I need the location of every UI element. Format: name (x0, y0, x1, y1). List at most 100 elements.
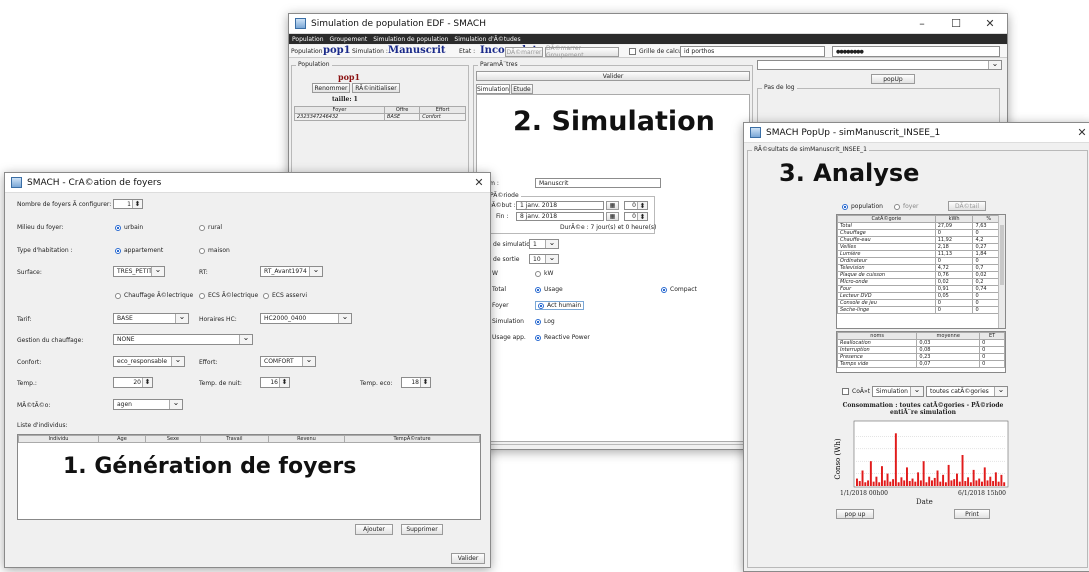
detail-button[interactable]: DÃ©tail (948, 201, 986, 211)
log-select[interactable] (757, 60, 1002, 70)
close-button[interactable]: ✕ (1072, 126, 1089, 139)
menu-simulation-etudes[interactable]: Simulation d'Ã©tudes (454, 36, 520, 43)
popup-button[interactable]: popUp (871, 74, 915, 84)
checkbox-icon (115, 292, 121, 299)
chart-bar (858, 481, 861, 486)
rt-select[interactable]: RT_Avant1974 (260, 266, 323, 277)
print-button[interactable]: Print (954, 509, 990, 519)
temp-nuit-spinner[interactable]: 16 (260, 377, 290, 388)
minimize-button[interactable]: – (905, 17, 939, 30)
check-chauffage-electrique[interactable]: Chauffage Ã©lectrique (115, 292, 193, 299)
table-row[interactable]: Interruption 0,08 0 (837, 346, 1005, 354)
chart-bar (989, 476, 992, 486)
tarif-select[interactable]: BASE (113, 313, 189, 324)
debut-label: DÃ©but : (487, 202, 516, 209)
debut-date-input[interactable]: 1 janv. 2018 (516, 201, 604, 210)
checkbox-icon (842, 388, 849, 395)
reinitialiser-button[interactable]: RÃ©initialiser (352, 83, 400, 93)
table-row[interactable]: Four 0,91 0,74 (837, 285, 1005, 293)
surface-select[interactable]: TRES_PETIT (113, 266, 165, 277)
temp-spinner[interactable]: 20 (113, 377, 153, 388)
demarrer-button[interactable]: DÃ©marrer (505, 47, 543, 57)
table-row[interactable]: Veilles 2,18 0,27 (837, 243, 1005, 251)
table-row[interactable]: Presence 0,23 0 (837, 353, 1005, 361)
calendar-icon[interactable]: ▦ (606, 212, 619, 221)
tab-simulation[interactable]: Simulation (476, 84, 510, 94)
close-button[interactable]: ✕ (468, 176, 490, 189)
menu-population[interactable]: Population (292, 36, 324, 43)
fin-date-input[interactable]: 8 janv. 2018 (516, 212, 604, 221)
radio-urbain[interactable]: urbain (115, 224, 143, 231)
table-row[interactable]: Console de jeu 0 0 (837, 299, 1005, 307)
table-row[interactable]: Lumière 11,13 1,84 (837, 250, 1005, 258)
confort-select[interactable]: eco_responsable (113, 356, 185, 367)
table-cell: Chauffage (837, 229, 936, 237)
table-row[interactable]: 2323347246432 BASE Confort (294, 113, 466, 121)
radio-population[interactable]: population (842, 203, 883, 210)
valider-button[interactable]: Valider (476, 71, 750, 81)
chart-ylabel: Conso (Wh) (834, 438, 842, 480)
menu-groupement[interactable]: Groupement (330, 36, 368, 43)
temp-eco-spinner[interactable]: 18 (401, 377, 431, 388)
app-icon (11, 177, 22, 188)
supprimer-button[interactable]: Supprimer (401, 524, 443, 535)
check-reactive-power[interactable]: Reactive Power (535, 334, 590, 341)
debut-hour-spinner[interactable]: 0 (624, 201, 648, 210)
check-log[interactable]: Log (535, 318, 555, 325)
table-row[interactable]: Seche-linge 0 0 (837, 306, 1005, 314)
radio-foyer[interactable]: foyer (894, 203, 919, 210)
radio-kw[interactable]: kW (535, 270, 553, 277)
table-cell: Temps vide (837, 360, 918, 368)
meteo-select[interactable]: agen (113, 399, 183, 410)
check-ecs-asservi[interactable]: ECS asservi (263, 292, 307, 299)
population-name: pop1 (338, 72, 361, 82)
pop-up-button[interactable]: pop up (836, 509, 874, 519)
table-row[interactable]: Reallocation 0,03 0 (837, 339, 1005, 347)
valider-foyers-button[interactable]: Valider (451, 553, 485, 564)
table-row[interactable]: Lecteur DVD 0,05 0 (837, 292, 1005, 300)
pas-sortie-select[interactable]: 10 (529, 254, 559, 264)
table-row[interactable]: Total 27,09 7,63 (837, 222, 1005, 230)
check-usage[interactable]: Usage (535, 286, 563, 293)
radio-dot-icon (894, 203, 900, 210)
simulation-select[interactable]: Simulation (872, 386, 924, 397)
table-row[interactable]: Micro-onde 0,02 0,2 (837, 278, 1005, 286)
check-ecs-electrique[interactable]: ECS Ã©lectrique (199, 292, 258, 299)
scrollbar-thumb[interactable] (1000, 225, 1004, 285)
nom-input[interactable]: Manuscrit (535, 178, 661, 188)
check-compact[interactable]: Compact (661, 286, 697, 293)
table-row[interactable]: Television 4,72 0,7 (837, 264, 1005, 272)
horaires-select[interactable]: HC2000_0400 (260, 313, 352, 324)
table-row[interactable]: Temps vide 0,07 0 (837, 360, 1005, 368)
gestion-chauffage-select[interactable]: NONE (113, 334, 253, 345)
table-row[interactable]: Ordinateur 0 0 (837, 257, 1005, 265)
cout-checkbox[interactable]: CoÃ»t (842, 388, 870, 395)
maximize-button[interactable]: ☐ (939, 17, 973, 30)
grille-input[interactable]: id porthos (680, 46, 825, 57)
close-button[interactable]: ✕ (973, 17, 1007, 30)
chart-xlabel: Date (916, 498, 933, 506)
password-input[interactable]: ●●●●●●●● (832, 46, 1000, 57)
table-row[interactable]: Chauffage 0 0 (837, 229, 1005, 237)
table-cell: 0,05 (934, 292, 974, 300)
check-act-humain[interactable]: Act humain (535, 301, 585, 310)
fin-hour-spinner[interactable]: 0 (624, 212, 648, 221)
category-select[interactable]: toutes catÃ©gories (926, 386, 1008, 397)
nb-foyers-spinner[interactable]: 1 (113, 199, 143, 209)
table-row[interactable]: Plaque de cuisson 0,76 0,02 (837, 271, 1005, 279)
renommer-button[interactable]: Renommer (312, 83, 350, 93)
temp-eco-label: Temp. eco: (360, 380, 393, 387)
radio-appartement[interactable]: appartement (115, 247, 163, 254)
table-row[interactable]: Chauffe-eau 11,92 4,2 (837, 236, 1005, 244)
tab-etude[interactable]: Etude (511, 84, 533, 94)
radio-rural[interactable]: rural (199, 224, 222, 231)
effort-select[interactable]: COMFORT (260, 356, 316, 367)
demarrer-groupement-button[interactable]: DÃ©marrer Groupement (545, 45, 619, 59)
calendar-icon[interactable]: ▦ (606, 201, 619, 210)
grille-checkbox[interactable]: Grille de calcul (629, 48, 684, 55)
menu-simulation-population[interactable]: Simulation de population (373, 36, 448, 43)
ajouter-button[interactable]: Ajouter (355, 524, 393, 535)
radio-maison[interactable]: maison (199, 247, 230, 254)
pas-simulation-select[interactable]: 1 (529, 239, 559, 249)
table-scrollbar[interactable] (998, 215, 1005, 328)
